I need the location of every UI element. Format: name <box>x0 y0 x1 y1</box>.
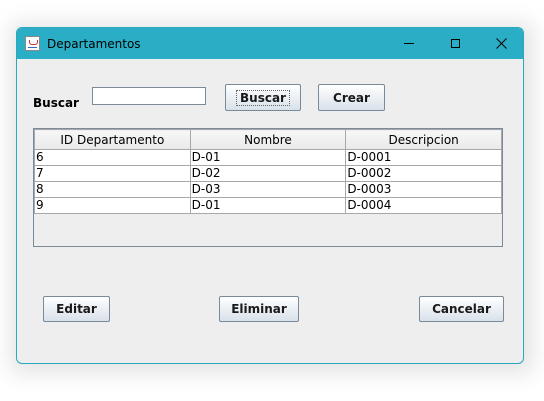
cell-nombre[interactable]: D-03 <box>189 181 347 198</box>
cell-id[interactable]: 9 <box>34 197 191 214</box>
edit-button-label: Editar <box>56 302 97 316</box>
delete-button[interactable]: Eliminar <box>219 296 299 322</box>
create-button-label: Crear <box>333 90 370 105</box>
edit-button[interactable]: Editar <box>43 296 110 322</box>
cell-id[interactable]: 8 <box>34 181 191 198</box>
column-header-descripcion[interactable]: Descripcion <box>345 129 502 150</box>
minimize-button[interactable] <box>386 28 432 59</box>
create-button[interactable]: Crear <box>318 84 385 111</box>
column-header-id[interactable]: ID Departamento <box>34 129 191 150</box>
cancel-button-label: Cancelar <box>432 302 491 316</box>
cell-descripcion[interactable]: D-0002 <box>345 165 502 182</box>
table-row[interactable]: 6 D-01 D-0001 <box>34 149 502 166</box>
table-row[interactable]: 8 D-03 D-0003 <box>34 181 502 198</box>
search-label: Buscar <box>33 96 79 110</box>
table-row[interactable]: 7 D-02 D-0002 <box>34 165 502 182</box>
delete-button-label: Eliminar <box>231 302 287 316</box>
column-header-nombre[interactable]: Nombre <box>189 129 347 150</box>
maximize-button[interactable] <box>432 28 478 59</box>
close-button[interactable] <box>478 28 523 59</box>
departamentos-window: Departamentos Buscar Buscar Crear ID Dep… <box>16 27 524 364</box>
window-title: Departamentos <box>47 37 141 51</box>
java-app-icon <box>25 36 40 51</box>
close-icon <box>495 38 507 49</box>
search-input[interactable] <box>92 87 206 105</box>
table-row[interactable]: 9 D-01 D-0004 <box>34 197 502 214</box>
title-bar[interactable]: Departamentos <box>17 28 523 59</box>
cell-nombre[interactable]: D-01 <box>189 197 347 214</box>
departments-table: ID Departamento Nombre Descripcion 6 D-0… <box>34 129 502 214</box>
cell-descripcion[interactable]: D-0004 <box>345 197 502 214</box>
cell-descripcion[interactable]: D-0003 <box>345 181 502 198</box>
cancel-button[interactable]: Cancelar <box>419 296 504 322</box>
cell-nombre[interactable]: D-02 <box>189 165 347 182</box>
cell-id[interactable]: 7 <box>34 165 191 182</box>
cell-nombre[interactable]: D-01 <box>189 149 347 166</box>
minimize-icon <box>404 43 414 44</box>
maximize-icon <box>450 39 460 48</box>
cell-id[interactable]: 6 <box>34 149 191 166</box>
table-header-row: ID Departamento Nombre Descripcion <box>34 129 502 150</box>
search-button-label: Buscar <box>236 89 290 106</box>
cell-descripcion[interactable]: D-0001 <box>345 149 502 166</box>
search-button[interactable]: Buscar <box>225 84 301 111</box>
departments-table-panel[interactable]: ID Departamento Nombre Descripcion 6 D-0… <box>33 128 503 247</box>
